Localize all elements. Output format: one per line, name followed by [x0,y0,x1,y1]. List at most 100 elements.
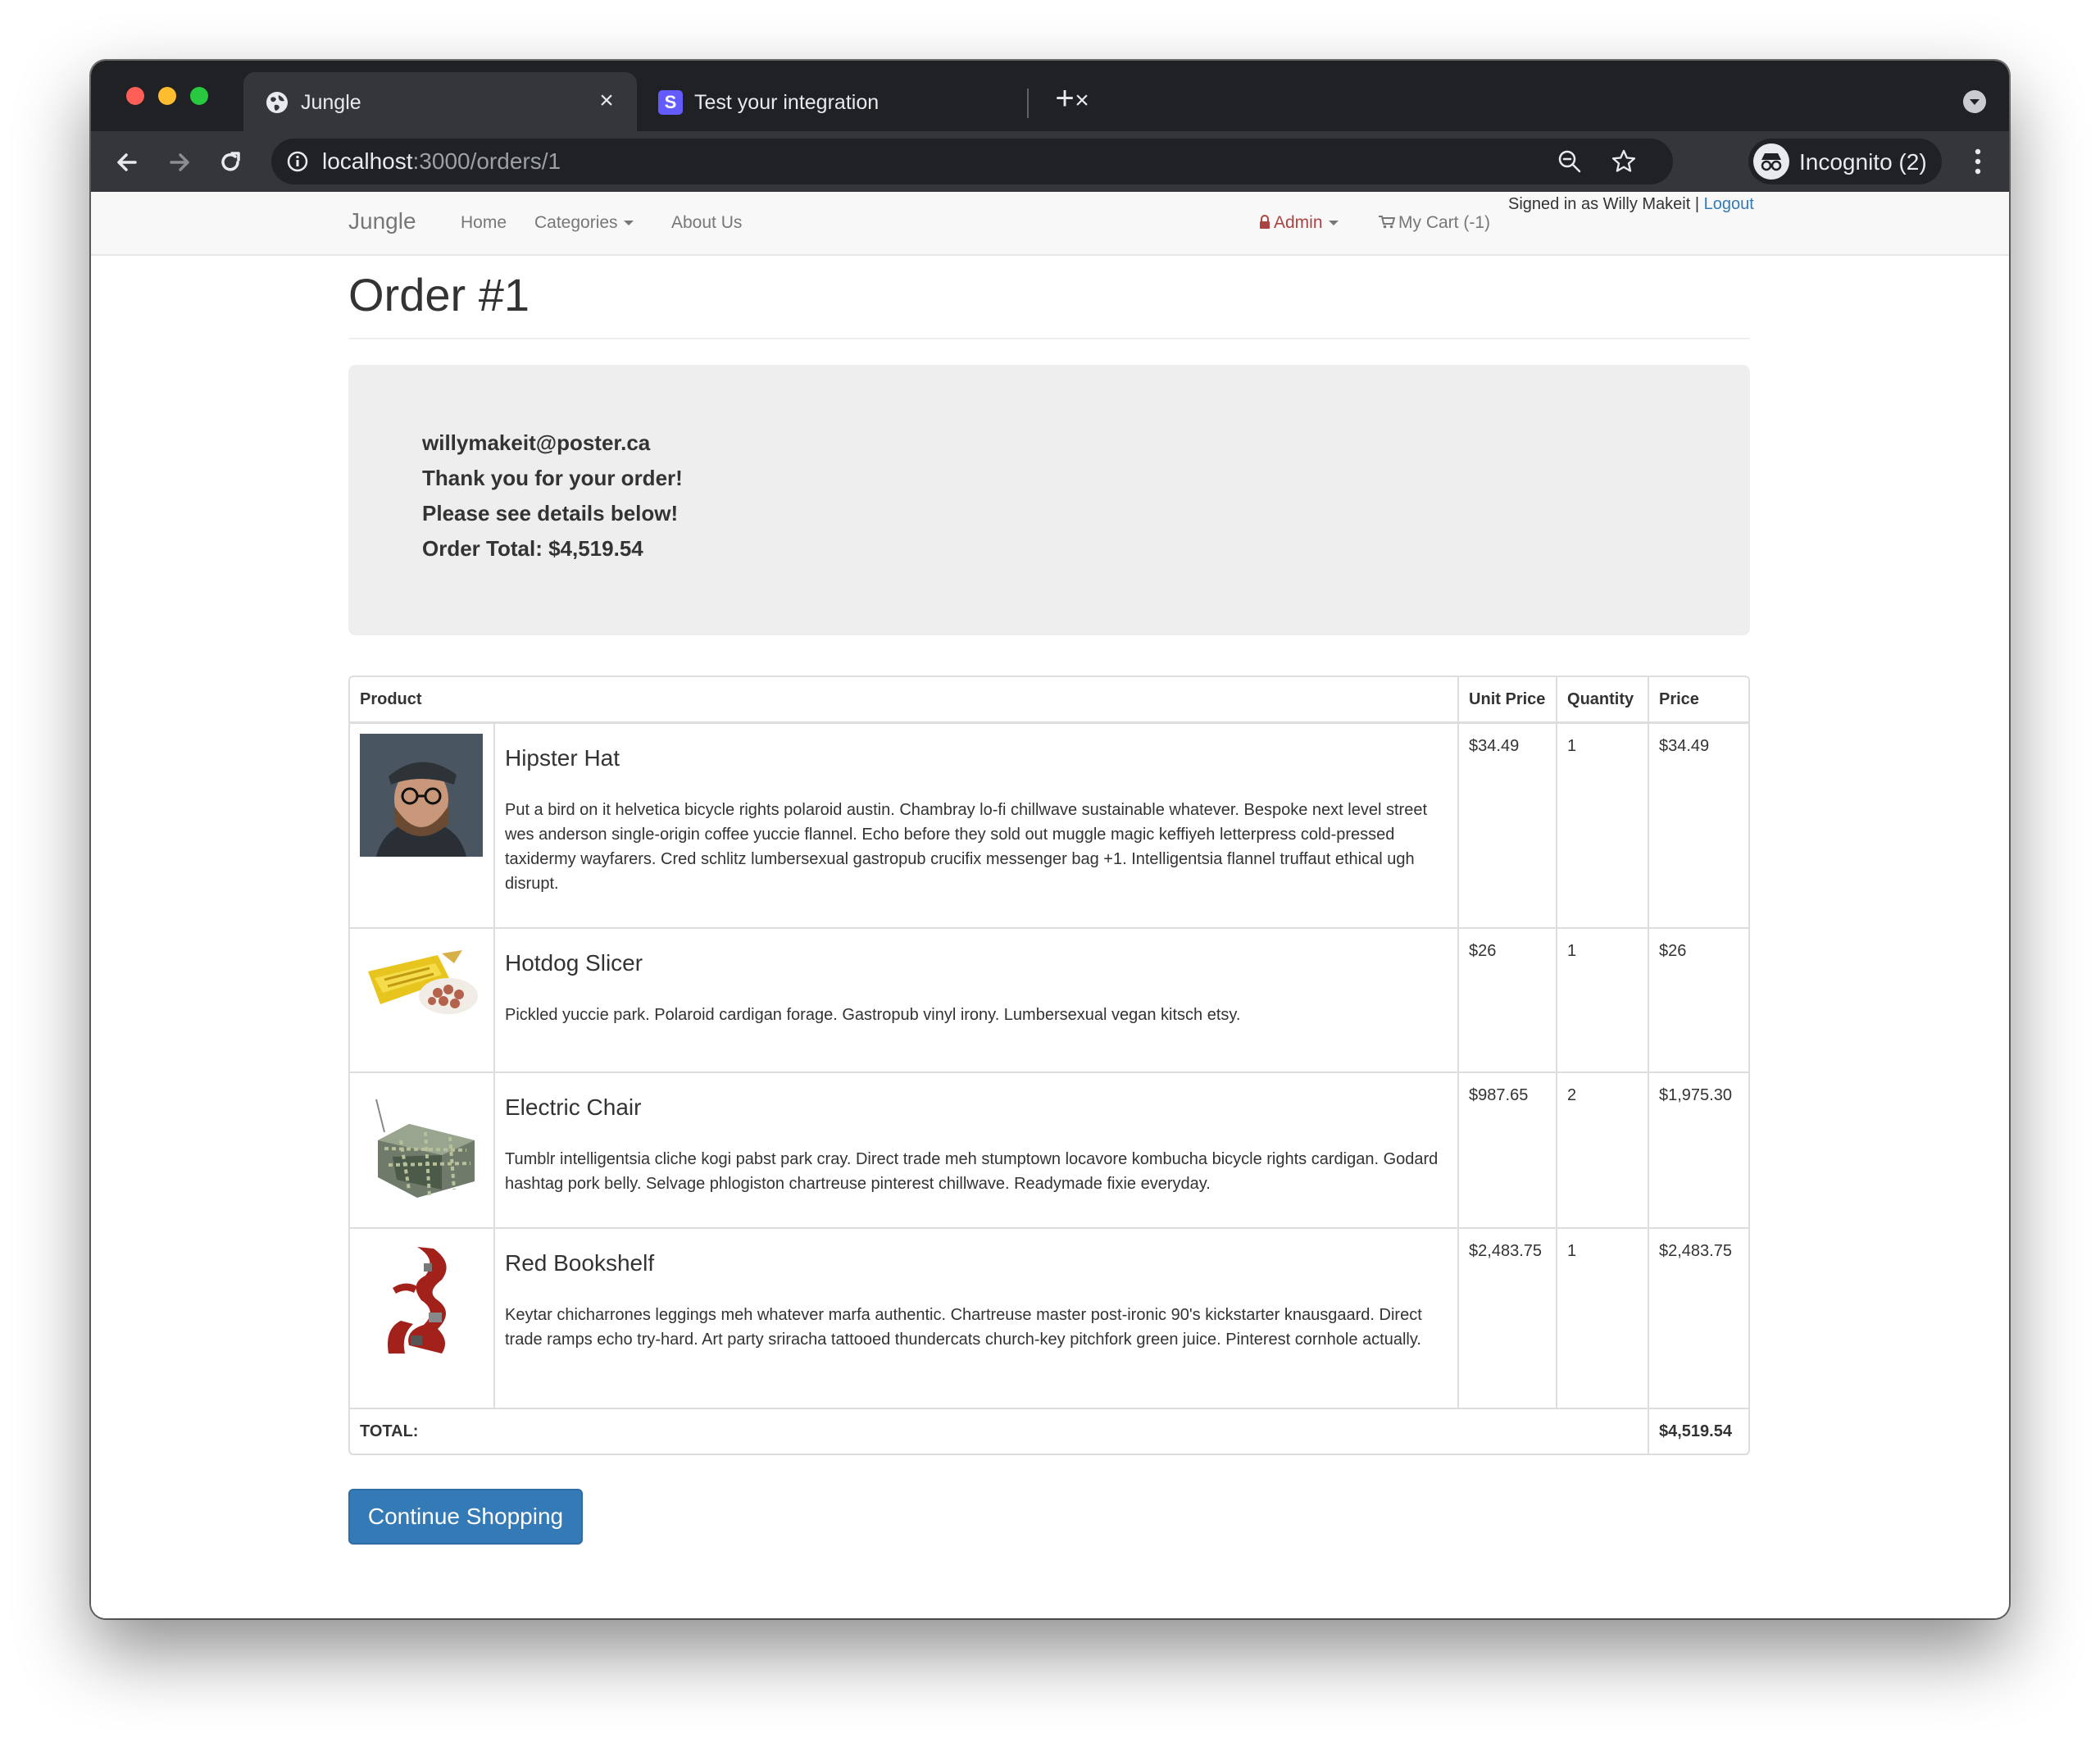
product-info-cell: Electric Chair Tumblr intelligentsia cli… [493,1071,1459,1228]
product-description: Put a bird on it helvetica bicycle right… [504,801,1428,893]
close-tab-icon[interactable]: × [594,89,619,113]
minimize-window-button[interactable] [158,87,176,105]
order-items-table: Product Unit Price Quantity Price Hipste… [348,676,1750,1455]
nav-home[interactable]: Home [461,213,507,233]
categories-label: Categories [534,213,618,232]
url-text: localhost:3000/orders/1 [322,148,561,175]
product-image-cell [350,721,494,928]
maximize-window-button[interactable] [190,87,208,105]
bookmark-star-icon[interactable] [1611,148,1637,175]
product-image-cell [350,1226,494,1408]
table-row: Hotdog Slicer Pickled yuccie park. Polar… [350,926,1748,1072]
page-title: Order #1 [348,269,530,321]
nav-cart[interactable]: My Cart (-1) [1379,213,1490,233]
incognito-profile-button[interactable]: Incognito (2) [1748,139,1942,184]
separator: | [1694,195,1700,213]
zoom-out-icon[interactable] [1557,148,1583,175]
product-info-cell: Hipster Hat Put a bird on it helvetica b… [493,721,1459,928]
continue-shopping-button[interactable]: Continue Shopping [348,1489,583,1545]
header-unit-price: Unit Price [1457,677,1557,724]
logout-link[interactable]: Logout [1704,195,1754,213]
signed-in-status: Signed in as Willy Makeit | Logout [1508,195,1754,214]
nav-admin[interactable]: Admin [1259,213,1339,233]
tab-test-integration[interactable]: S Test your integration × [637,72,1112,131]
incognito-icon [1753,143,1789,180]
thank-you-message: Thank you for your order! [422,466,683,490]
site-navbar: Jungle Home Categories About Us Admin My… [91,192,2009,256]
quantity-cell: 2 [1556,1071,1648,1228]
hipster-hat-image [360,734,483,857]
table-row: Red Bookshelf Keytar chicharrones leggin… [350,1226,1748,1408]
tab-jungle[interactable]: Jungle × [243,72,637,131]
admin-label: Admin [1274,213,1323,232]
product-info-cell: Red Bookshelf Keytar chicharrones leggin… [493,1226,1459,1408]
web-page: Jungle Home Categories About Us Admin My… [91,192,2009,1618]
product-description: Keytar chicharrones leggings meh whateve… [504,1305,1422,1349]
browser-window: Jungle × S Test your integration × + loc… [91,61,2009,1618]
unit-price-cell: $987.65 [1457,1071,1557,1228]
title-divider [348,338,1750,339]
lock-icon [1260,215,1270,229]
info-icon[interactable] [286,150,309,173]
price-cell: $1,975.30 [1647,1071,1748,1228]
product-description: Tumblr intelligentsia cliche kogi pabst … [504,1149,1439,1193]
quantity-cell: 1 [1556,1226,1648,1408]
table-row: Hipster Hat Put a bird on it helvetica b… [350,721,1748,928]
table-header-row: Product Unit Price Quantity Price [350,677,1748,724]
quantity-cell: 1 [1556,926,1648,1072]
total-row: TOTAL: $4,519.54 [350,1407,1748,1454]
quantity-cell: 1 [1556,721,1648,928]
electric-chair-image [360,1082,483,1206]
unit-price-cell: $26 [1457,926,1557,1072]
nav-categories[interactable]: Categories [534,213,634,233]
tab-separator [1027,89,1029,118]
incognito-label: Incognito (2) [1799,149,1927,175]
product-name: Red Bookshelf [504,1249,655,1276]
cart-label: My Cart (-1) [1398,213,1490,232]
forward-arrow-icon[interactable] [163,146,196,179]
price-cell: $34.49 [1647,721,1748,928]
header-quantity: Quantity [1556,677,1648,724]
signed-in-text: Signed in as Willy Makeit [1508,195,1691,213]
product-image-cell [350,926,494,1072]
nav-about[interactable]: About Us [671,213,742,233]
product-name: Hotdog Slicer [504,949,643,976]
close-window-button[interactable] [126,87,144,105]
product-name: Hipster Hat [504,745,620,771]
new-tab-plus-icon[interactable]: + [1048,82,1081,115]
order-total-line: Order Total: $4,519.54 [422,536,643,561]
caret-down-icon [1328,221,1339,226]
header-price: Price [1647,677,1748,724]
brand-link[interactable]: Jungle [348,208,416,234]
product-description: Pickled yuccie park. Polaroid cardigan f… [504,1005,1241,1024]
more-menu-icon[interactable] [1975,148,1981,175]
browser-toolbar: localhost:3000/orders/1 Incognito (2) [91,131,2009,192]
price-cell: $2,483.75 [1647,1226,1748,1408]
details-message: Please see details below! [422,501,679,525]
total-value: $4,519.54 [1647,1407,1748,1454]
order-summary-panel: willymakeit@poster.ca Thank you for your… [348,365,1750,635]
caret-down-icon [623,221,634,226]
url-host: localhost [322,148,413,174]
back-arrow-icon[interactable] [111,146,143,179]
globe-icon [266,92,288,113]
reload-icon[interactable] [214,146,247,179]
price-cell: $26 [1647,926,1748,1072]
header-product: Product [350,677,1459,724]
tab-strip: Jungle × S Test your integration × + [91,61,2009,131]
unit-price-cell: $2,483.75 [1457,1226,1557,1408]
product-name: Electric Chair [504,1094,642,1120]
total-label: TOTAL: [350,1407,1648,1454]
address-bar[interactable]: localhost:3000/orders/1 [271,139,1673,184]
red-bookshelf-image [360,1238,483,1362]
product-image-cell [350,1071,494,1228]
product-info-cell: Hotdog Slicer Pickled yuccie park. Polar… [493,926,1459,1072]
tab-search-chevron-icon[interactable] [1963,90,1986,113]
url-path: :3000/orders/1 [412,148,561,174]
unit-price-cell: $34.49 [1457,721,1557,928]
table-row: Electric Chair Tumblr intelligentsia cli… [350,1071,1748,1228]
hotdog-slicer-image [360,938,483,1062]
order-email: willymakeit@poster.ca [422,430,651,455]
stripe-s-icon: S [658,90,683,115]
tab-title: Test your integration [694,91,880,114]
